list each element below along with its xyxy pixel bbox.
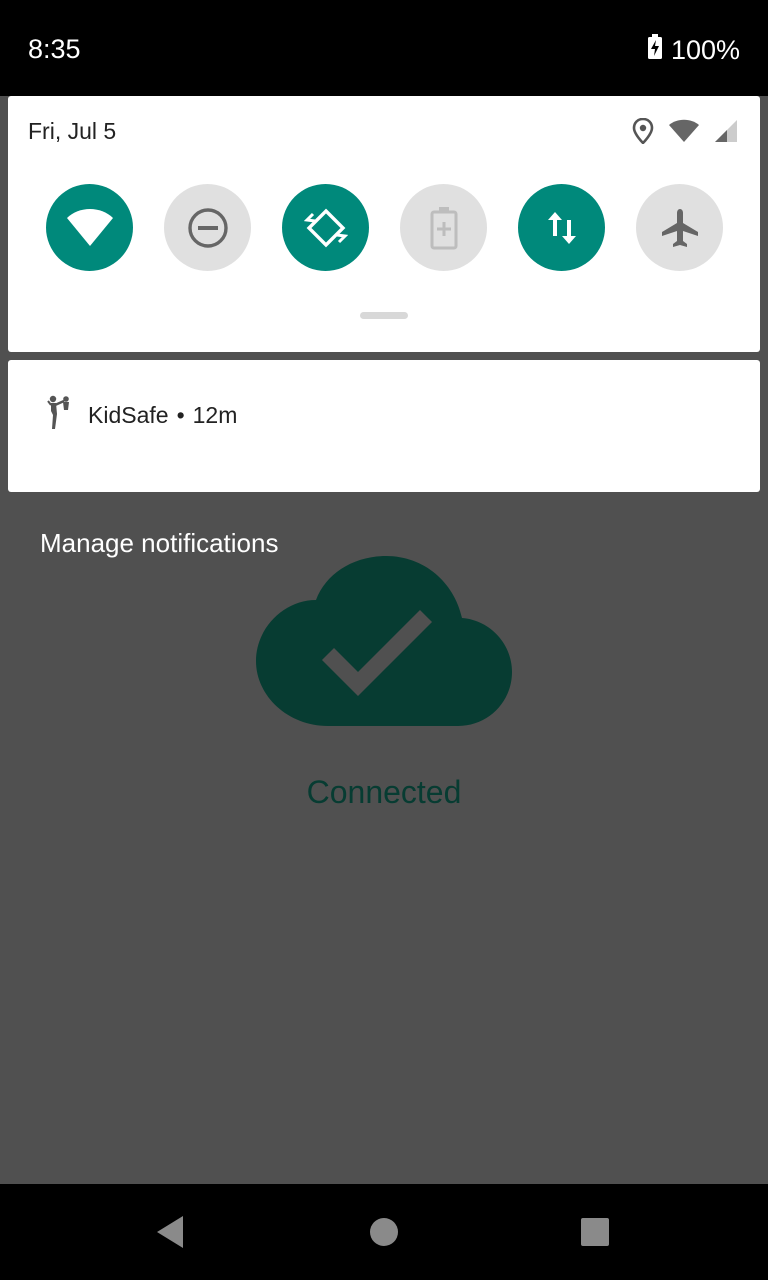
back-icon [157, 1216, 183, 1248]
tile-mobile-data[interactable] [518, 184, 605, 271]
home-button[interactable] [336, 1184, 432, 1280]
quick-settings-tiles [46, 184, 723, 271]
status-bar: 8:35 100% [0, 0, 768, 96]
qs-date[interactable]: Fri, Jul 5 [28, 118, 116, 145]
tile-wifi[interactable] [46, 184, 133, 271]
tile-auto-rotate[interactable] [282, 184, 369, 271]
cloud-check-icon [254, 556, 514, 732]
notification-app-name: KidSafe [88, 401, 169, 428]
location-icon [632, 117, 654, 149]
airplane-icon [661, 208, 698, 247]
recents-button[interactable] [547, 1184, 643, 1280]
notification-card[interactable]: KidSafe • 12m [8, 360, 760, 492]
panel-drag-handle[interactable] [360, 312, 408, 319]
notification-header: KidSafe • 12m [44, 394, 237, 436]
do-not-disturb-icon [187, 207, 228, 248]
tile-do-not-disturb[interactable] [164, 184, 251, 271]
status-time: 8:35 [28, 34, 81, 64]
manage-notifications-button[interactable]: Manage notifications [40, 528, 278, 559]
notification-separator: • [176, 401, 185, 428]
battery-percent: 100% [670, 35, 740, 65]
wifi-icon [668, 119, 700, 148]
recents-icon [581, 1218, 609, 1246]
quick-settings-panel: Fri, Jul 5 [8, 96, 760, 352]
battery-charging-icon [647, 34, 663, 67]
tile-airplane-mode[interactable] [636, 184, 723, 271]
cellular-signal-icon [714, 119, 738, 148]
back-button[interactable] [122, 1184, 218, 1280]
navigation-bar [0, 1184, 768, 1280]
qs-status-icons [632, 117, 738, 149]
auto-rotate-icon [303, 208, 348, 247]
status-right: 100% [647, 34, 740, 67]
tile-battery-saver[interactable] [400, 184, 487, 271]
connection-status: Connected [306, 774, 462, 810]
home-icon [370, 1218, 398, 1246]
notification-time: 12m [192, 401, 238, 428]
mobile-data-icon [547, 211, 576, 244]
battery-saver-icon [430, 206, 457, 249]
wifi-icon [66, 208, 113, 246]
kidsafe-app-icon [44, 394, 74, 436]
